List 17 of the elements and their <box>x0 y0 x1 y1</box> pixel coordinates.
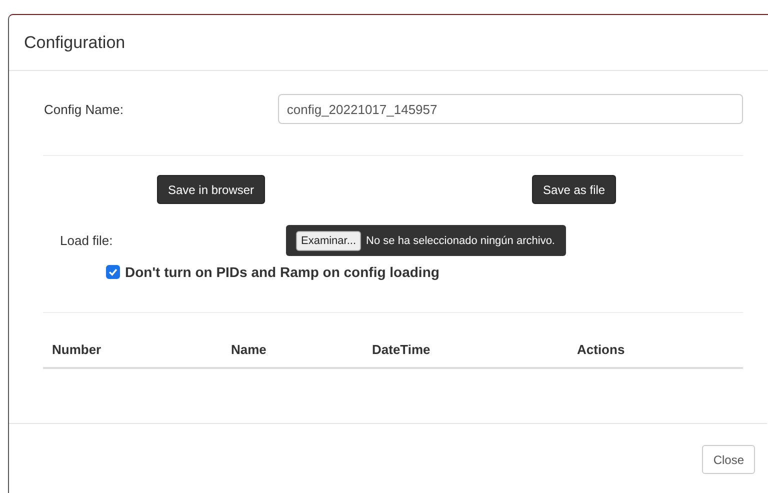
file-status: No se ha seleccionado ningún archivo. <box>366 234 555 246</box>
file-input[interactable]: Examinar... No se ha seleccionado ningún archivo. <box>286 225 566 256</box>
column-header: Actions <box>577 342 625 357</box>
browse-button[interactable]: Examinar... <box>296 230 362 250</box>
dialog-title: Configuration <box>24 32 126 52</box>
close-button[interactable]: Close <box>702 445 755 474</box>
check-icon <box>107 266 119 278</box>
column-header: Number <box>51 342 102 357</box>
load-file-label: Load file: <box>59 233 114 248</box>
checkbox[interactable] <box>106 265 120 279</box>
save-as-file-button[interactable]: Save as file <box>532 175 616 204</box>
checkbox-label: Don't turn on PIDs and Ramp on config loading <box>125 264 440 280</box>
config-name-field[interactable]: config_20221017_145957 <box>278 94 743 124</box>
save-in-browser-button[interactable]: Save in browser <box>157 175 266 204</box>
column-header: DateTime <box>372 342 432 357</box>
config-name-label: Config Name: <box>43 102 124 116</box>
column-header: Name <box>231 342 268 357</box>
